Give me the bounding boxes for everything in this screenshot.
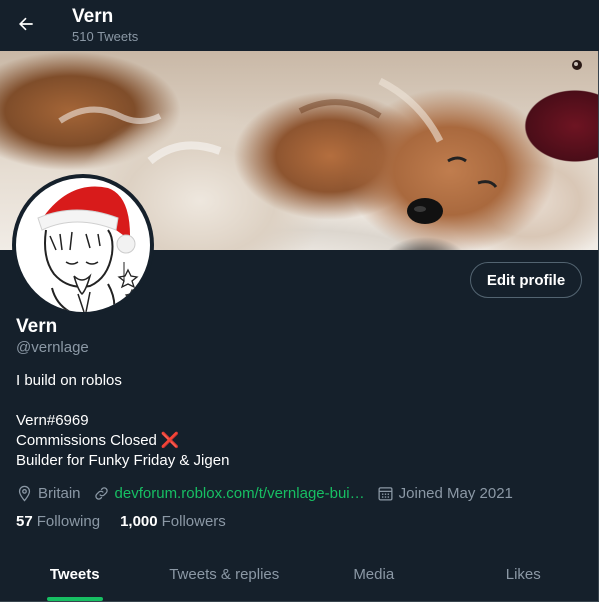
bio-line-commissions: Commissions Closed ❌ bbox=[16, 431, 229, 451]
edit-profile-button[interactable]: Edit profile bbox=[470, 262, 582, 298]
cross-mark-icon: ❌ bbox=[160, 432, 180, 449]
display-name: Vern bbox=[16, 316, 58, 337]
avatar[interactable] bbox=[12, 174, 154, 316]
bio-line bbox=[16, 391, 229, 411]
tab-label: Tweets bbox=[49, 566, 100, 583]
joined-date: Joined May 2021 bbox=[377, 485, 513, 502]
website-link[interactable]: devforum.roblox.com/t/vernlage-bui… bbox=[115, 485, 365, 502]
top-header: Vern 510 Tweets bbox=[0, 0, 599, 51]
follow-stats: 57 Following 1,000 Followers bbox=[16, 513, 246, 530]
followers-count: 1,000 bbox=[120, 513, 158, 530]
following-label: Following bbox=[36, 513, 101, 530]
bio-line: Vern#6969 bbox=[16, 412, 89, 429]
location-text: Britain bbox=[38, 484, 81, 502]
profile-meta: Britain devforum.roblox.com/t/vernlage-b… bbox=[16, 483, 525, 503]
followers-label: Followers bbox=[161, 513, 226, 530]
tab-tweets[interactable]: Tweets bbox=[0, 548, 150, 601]
tab-tweets-replies[interactable]: Tweets & replies bbox=[150, 548, 300, 601]
tab-label: Media bbox=[353, 566, 395, 583]
tab-likes[interactable]: Likes bbox=[449, 548, 599, 601]
joined-text: Joined May 2021 bbox=[398, 484, 513, 502]
calendar-icon bbox=[378, 486, 393, 501]
profile-page: Vern 510 Tweets Edit profile Vern @vernl… bbox=[0, 0, 599, 602]
handle: @vernlage bbox=[16, 339, 89, 356]
page-title: Vern bbox=[72, 6, 114, 27]
tab-label: Tweets & replies bbox=[169, 566, 280, 583]
location-pin-icon bbox=[18, 485, 31, 502]
avatar-image bbox=[16, 178, 150, 312]
back-arrow-icon bbox=[19, 17, 33, 31]
bio-line-text: Commissions Closed bbox=[16, 432, 157, 449]
bio-line: I build on roblos bbox=[16, 372, 122, 389]
avatar-drawing bbox=[37, 186, 140, 312]
profile-tabs: Tweets Tweets & replies Media Likes bbox=[0, 548, 598, 602]
following-link[interactable]: 57 Following bbox=[16, 513, 100, 530]
followers-link[interactable]: 1,000 Followers bbox=[120, 513, 226, 530]
back-button[interactable] bbox=[12, 10, 40, 38]
tweet-count: 510 Tweets bbox=[72, 29, 139, 44]
following-count: 57 bbox=[16, 513, 33, 530]
location: Britain bbox=[16, 485, 81, 502]
tab-label: Likes bbox=[505, 566, 541, 583]
website: devforum.roblox.com/t/vernlage-bui… bbox=[93, 485, 365, 502]
bio-line: Builder for Funky Friday & Jigen bbox=[16, 452, 230, 469]
link-icon bbox=[94, 486, 108, 500]
active-tab-indicator bbox=[46, 597, 103, 601]
tab-media[interactable]: Media bbox=[299, 548, 449, 601]
bio: I build on roblos Vern#6969 Commissions … bbox=[16, 371, 229, 471]
